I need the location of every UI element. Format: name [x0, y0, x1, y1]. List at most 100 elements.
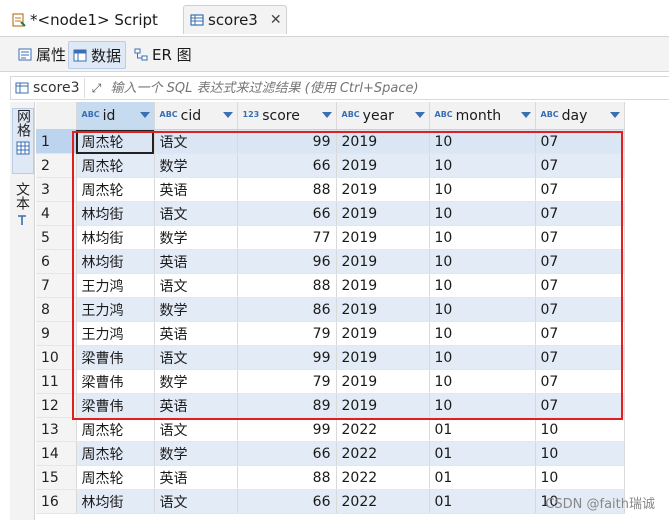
cell-month[interactable]: 10 — [429, 201, 536, 226]
cell-cid[interactable]: 数学 — [154, 225, 238, 250]
filter-table-selector[interactable]: score3 — [11, 78, 85, 98]
filter-input[interactable] — [108, 79, 669, 97]
cell-day[interactable]: 07 — [535, 297, 625, 322]
table-row[interactable]: 16 林均街 语文 66 2022 01 10 — [36, 489, 625, 514]
cell-score[interactable]: 88 — [237, 273, 337, 298]
cell-year[interactable]: 2019 — [336, 393, 430, 418]
table-row[interactable]: 10 梁曹伟 语文 99 2019 10 07 — [36, 345, 625, 370]
cell-id[interactable]: 林均街 — [76, 489, 155, 514]
cell-id[interactable]: 周杰轮 — [76, 153, 155, 178]
row-number[interactable]: 14 — [36, 441, 77, 466]
cell-cid[interactable]: 语文 — [154, 345, 238, 370]
cell-day[interactable]: 07 — [535, 153, 625, 178]
cell-year[interactable]: 2019 — [336, 201, 430, 226]
cell-year[interactable]: 2022 — [336, 417, 430, 442]
cell-id[interactable]: 周杰轮 — [76, 441, 155, 466]
tab-score3[interactable]: score3 ✕ — [183, 5, 287, 34]
expand-icon[interactable]: ⤢ — [89, 80, 105, 96]
row-number[interactable]: 3 — [36, 177, 77, 202]
cell-id[interactable]: 王力鸿 — [76, 273, 155, 298]
table-row[interactable]: 8 王力鸿 数学 86 2019 10 07 — [36, 297, 625, 322]
cell-score[interactable]: 88 — [237, 465, 337, 490]
cell-cid[interactable]: 语文 — [154, 489, 238, 514]
tab-script[interactable]: *<node1> Script — [12, 6, 158, 34]
cell-day[interactable]: 10 — [535, 465, 625, 490]
cell-day[interactable]: 07 — [535, 177, 625, 202]
close-icon[interactable]: ✕ — [270, 12, 282, 28]
column-header-year[interactable]: ABC year — [336, 102, 430, 130]
cell-id[interactable]: 林均街 — [76, 225, 155, 250]
cell-month[interactable]: 10 — [429, 177, 536, 202]
cell-month[interactable]: 10 — [429, 129, 536, 154]
row-number[interactable]: 12 — [36, 393, 77, 418]
cell-id[interactable]: 周杰轮 — [76, 129, 155, 154]
column-header-id[interactable]: ABC id — [76, 102, 155, 130]
cell-score[interactable]: 66 — [237, 489, 337, 514]
tab-data[interactable]: 数据 — [68, 41, 127, 69]
cell-day[interactable]: 07 — [535, 225, 625, 250]
cell-score[interactable]: 77 — [237, 225, 337, 250]
cell-cid[interactable]: 英语 — [154, 177, 238, 202]
tab-properties[interactable]: 属性 — [14, 41, 70, 67]
cell-id[interactable]: 周杰轮 — [76, 177, 155, 202]
cell-score[interactable]: 86 — [237, 297, 337, 322]
cell-score[interactable]: 96 — [237, 249, 337, 274]
row-number[interactable]: 1 — [36, 129, 77, 154]
cell-day[interactable]: 07 — [535, 369, 625, 394]
cell-cid[interactable]: 数学 — [154, 297, 238, 322]
cell-score[interactable]: 88 — [237, 177, 337, 202]
cell-cid[interactable]: 数学 — [154, 441, 238, 466]
cell-id[interactable]: 王力鸿 — [76, 297, 155, 322]
cell-score[interactable]: 99 — [237, 345, 337, 370]
column-header-month[interactable]: ABC month — [429, 102, 536, 130]
cell-year[interactable]: 2019 — [336, 321, 430, 346]
row-number[interactable]: 11 — [36, 369, 77, 394]
row-number[interactable]: 4 — [36, 201, 77, 226]
cell-day[interactable]: 10 — [535, 441, 625, 466]
row-number[interactable]: 15 — [36, 465, 77, 490]
cell-id[interactable]: 周杰轮 — [76, 465, 155, 490]
cell-year[interactable]: 2019 — [336, 297, 430, 322]
cell-year[interactable]: 2019 — [336, 249, 430, 274]
cell-day[interactable]: 07 — [535, 249, 625, 274]
cell-day[interactable]: 07 — [535, 321, 625, 346]
cell-cid[interactable]: 英语 — [154, 321, 238, 346]
cell-id[interactable]: 王力鸿 — [76, 321, 155, 346]
cell-year[interactable]: 2019 — [336, 345, 430, 370]
cell-year[interactable]: 2022 — [336, 489, 430, 514]
cell-cid[interactable]: 数学 — [154, 153, 238, 178]
sort-arrow-icon[interactable] — [414, 112, 425, 118]
cell-month[interactable]: 10 — [429, 345, 536, 370]
cell-day[interactable]: 07 — [535, 345, 625, 370]
cell-cid[interactable]: 数学 — [154, 369, 238, 394]
cell-month[interactable]: 10 — [429, 393, 536, 418]
column-header-score[interactable]: 123 score — [237, 102, 337, 130]
column-header-cid[interactable]: ABC cid — [154, 102, 238, 130]
cell-year[interactable]: 2019 — [336, 129, 430, 154]
cell-cid[interactable]: 语文 — [154, 201, 238, 226]
cell-year[interactable]: 2019 — [336, 153, 430, 178]
cell-year[interactable]: 2022 — [336, 465, 430, 490]
cell-cid[interactable]: 英语 — [154, 249, 238, 274]
sort-arrow-icon[interactable] — [139, 112, 150, 118]
cell-id[interactable]: 梁曹伟 — [76, 393, 155, 418]
table-row[interactable]: 3 周杰轮 英语 88 2019 10 07 — [36, 177, 625, 202]
cell-month[interactable]: 01 — [429, 417, 536, 442]
cell-id[interactable]: 林均街 — [76, 201, 155, 226]
table-row[interactable]: 9 王力鸿 英语 79 2019 10 07 — [36, 321, 625, 346]
row-number[interactable]: 13 — [36, 417, 77, 442]
cell-month[interactable]: 10 — [429, 225, 536, 250]
cell-year[interactable]: 2022 — [336, 441, 430, 466]
cell-year[interactable]: 2019 — [336, 225, 430, 250]
table-row[interactable]: 11 梁曹伟 数学 79 2019 10 07 — [36, 369, 625, 394]
cell-score[interactable]: 66 — [237, 201, 337, 226]
cell-cid[interactable]: 语文 — [154, 273, 238, 298]
cell-month[interactable]: 10 — [429, 153, 536, 178]
sort-arrow-icon[interactable] — [609, 112, 620, 118]
tab-grid[interactable]: 网格 — [12, 108, 34, 174]
table-row[interactable]: 13 周杰轮 语文 99 2022 01 10 — [36, 417, 625, 442]
tab-er-diagram[interactable]: ER 图 — [130, 41, 196, 67]
table-row[interactable]: 6 林均街 英语 96 2019 10 07 — [36, 249, 625, 274]
cell-id[interactable]: 梁曹伟 — [76, 369, 155, 394]
table-row[interactable]: 14 周杰轮 数学 66 2022 01 10 — [36, 441, 625, 466]
